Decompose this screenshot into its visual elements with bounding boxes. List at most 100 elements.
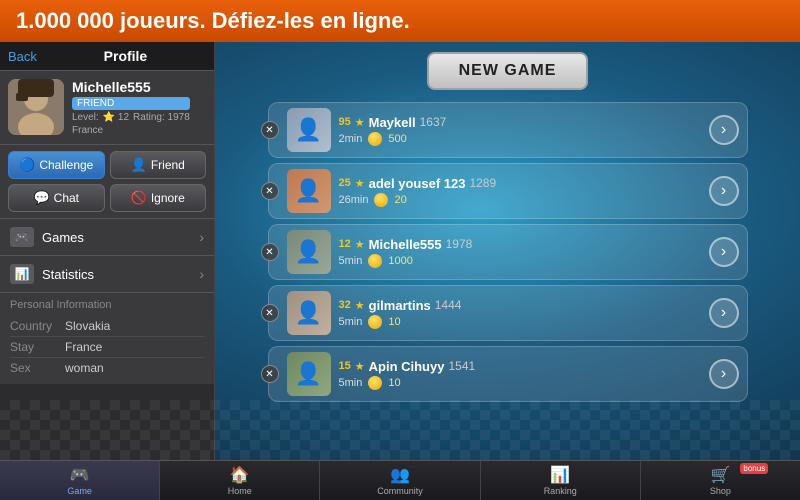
friend-badge: FRIEND bbox=[72, 97, 190, 110]
profile-country: France bbox=[72, 125, 190, 136]
profile-menu: 🎮 Games › 📊 Statistics › bbox=[0, 219, 214, 293]
player-info-3: 32 ★ gilmartins 1444 5min 10 bbox=[339, 298, 701, 329]
player-info-2: 12 ★ Michelle555 1978 5min 1000 bbox=[339, 237, 701, 268]
personal-info-section: Personal Information Country Slovakia St… bbox=[0, 293, 214, 384]
player-avatar-2: 👤 bbox=[287, 230, 331, 274]
new-game-button[interactable]: NEW GAME bbox=[427, 52, 589, 90]
player-rating-3: 1444 bbox=[435, 298, 462, 312]
nav-item-ranking[interactable]: 📊 Ranking bbox=[481, 461, 641, 500]
nav-item-community[interactable]: 👥 Community bbox=[320, 461, 480, 500]
star-icon-2: ★ bbox=[355, 238, 365, 251]
player-time-row-0: 2min 500 bbox=[339, 132, 701, 146]
ignore-button[interactable]: 🚫 Ignore bbox=[110, 184, 207, 212]
shop-nav-label: Shop bbox=[710, 486, 731, 496]
profile-info: Michelle555 FRIEND Level: ⭐ 12 Rating: 1… bbox=[72, 79, 190, 136]
go-btn-2[interactable]: › bbox=[709, 237, 739, 267]
friend-icon: 👤 bbox=[131, 157, 147, 173]
go-btn-3[interactable]: › bbox=[709, 298, 739, 328]
player-name-row-1: 25 ★ adel yousef 123 1289 bbox=[339, 176, 701, 191]
statistics-chevron: › bbox=[199, 266, 204, 282]
player-name-2: Michelle555 bbox=[369, 237, 442, 252]
player-time-row-1: 26min 20 bbox=[339, 193, 701, 207]
menu-item-statistics[interactable]: 📊 Statistics › bbox=[0, 256, 214, 292]
player-list: ✕ 👤 95 ★ Maykell 1637 2min 500 › bbox=[268, 102, 748, 402]
challenge-button[interactable]: 🔵 Challenge bbox=[8, 151, 105, 179]
player-coins-2: 1000 bbox=[388, 255, 412, 267]
info-row-country: Country Slovakia bbox=[10, 316, 204, 337]
level-label: Level: bbox=[72, 112, 99, 123]
dismiss-btn-3[interactable]: ✕ bbox=[261, 304, 279, 322]
player-name-1: adel yousef 123 bbox=[369, 176, 466, 191]
go-btn-0[interactable]: › bbox=[709, 115, 739, 145]
profile-username: Michelle555 bbox=[72, 79, 190, 95]
bottom-nav: 🎮 Game 🏠 Home 👥 Community 📊 Ranking bonu… bbox=[0, 460, 800, 500]
player-coins-1: 20 bbox=[394, 194, 406, 206]
player-rating-1: 1289 bbox=[469, 176, 496, 190]
friend-button[interactable]: 👤 Friend bbox=[110, 151, 207, 179]
nav-item-game[interactable]: 🎮 Game bbox=[0, 461, 160, 500]
player-name-4: Apin Cihuyy bbox=[369, 359, 445, 374]
chat-button[interactable]: 💬 Chat bbox=[8, 184, 105, 212]
dismiss-btn-1[interactable]: ✕ bbox=[261, 182, 279, 200]
community-nav-icon: 👥 bbox=[390, 465, 410, 485]
menu-item-games[interactable]: 🎮 Games › bbox=[0, 219, 214, 256]
player-name-row-2: 12 ★ Michelle555 1978 bbox=[339, 237, 701, 252]
country-label: Country bbox=[10, 319, 65, 333]
player-row: ✕ 👤 95 ★ Maykell 1637 2min 500 › bbox=[268, 102, 748, 158]
sex-label: Sex bbox=[10, 361, 65, 375]
dismiss-btn-2[interactable]: ✕ bbox=[261, 243, 279, 261]
games-label: Games bbox=[42, 230, 84, 245]
coin-icon-4 bbox=[368, 376, 382, 390]
country-value: Slovakia bbox=[65, 319, 110, 333]
main-area: Back Profile Michelle555 FRIEND Level: bbox=[0, 42, 800, 460]
player-coins-3: 10 bbox=[388, 316, 400, 328]
ranking-nav-label: Ranking bbox=[544, 486, 577, 496]
player-coins-0: 500 bbox=[388, 133, 406, 145]
player-info-1: 25 ★ adel yousef 123 1289 26min 20 bbox=[339, 176, 701, 207]
info-row-stay: Stay France bbox=[10, 337, 204, 358]
star-icon-3: ★ bbox=[355, 299, 365, 312]
star-icon-1: ★ bbox=[355, 177, 365, 190]
panel-title: Profile bbox=[45, 48, 206, 64]
player-time-3: 5min bbox=[339, 316, 363, 328]
statistics-icon: 📊 bbox=[10, 264, 34, 284]
player-time-row-4: 5min 10 bbox=[339, 376, 701, 390]
dismiss-btn-4[interactable]: ✕ bbox=[261, 365, 279, 383]
player-coins-4: 10 bbox=[388, 377, 400, 389]
info-row-sex: Sex woman bbox=[10, 358, 204, 378]
game-area: NEW GAME ✕ 👤 95 ★ Maykell 1637 2min bbox=[215, 42, 800, 460]
profile-actions: 🔵 Challenge 👤 Friend 💬 Chat 🚫 Ignore bbox=[0, 145, 214, 219]
player-stars-2: 12 bbox=[339, 238, 351, 250]
coin-icon-0 bbox=[368, 132, 382, 146]
sex-value: woman bbox=[65, 361, 104, 375]
banner-text: 1.000 000 joueurs. Défiez-les en ligne. bbox=[16, 8, 410, 34]
statistics-label: Statistics bbox=[42, 267, 94, 282]
player-row: ✕ 👤 12 ★ Michelle555 1978 5min 1000 bbox=[268, 224, 748, 280]
player-name-0: Maykell bbox=[369, 115, 416, 130]
go-btn-1[interactable]: › bbox=[709, 176, 739, 206]
player-stars-1: 25 bbox=[339, 177, 351, 189]
left-panel: Back Profile Michelle555 FRIEND Level: bbox=[0, 42, 215, 460]
games-icon: 🎮 bbox=[10, 227, 34, 247]
coin-icon-2 bbox=[368, 254, 382, 268]
player-avatar-4: 👤 bbox=[287, 352, 331, 396]
nav-item-home[interactable]: 🏠 Home bbox=[160, 461, 320, 500]
player-avatar-3: 👤 bbox=[287, 291, 331, 335]
player-time-0: 2min bbox=[339, 133, 363, 145]
go-btn-4[interactable]: › bbox=[709, 359, 739, 389]
coin-icon-1 bbox=[374, 193, 388, 207]
ignore-icon: 🚫 bbox=[131, 190, 147, 206]
player-time-1: 26min bbox=[339, 194, 369, 206]
back-button[interactable]: Back bbox=[8, 49, 37, 64]
community-nav-label: Community bbox=[377, 486, 423, 496]
player-rating-0: 1637 bbox=[420, 115, 447, 129]
player-time-2: 5min bbox=[339, 255, 363, 267]
player-stars-4: 15 bbox=[339, 360, 351, 372]
nav-item-shop[interactable]: bonus 🛒 Shop bbox=[641, 461, 800, 500]
profile-avatar bbox=[8, 79, 64, 135]
dismiss-btn-0[interactable]: ✕ bbox=[261, 121, 279, 139]
star-icon-0: ★ bbox=[355, 116, 365, 129]
player-info-4: 15 ★ Apin Cihuyy 1541 5min 10 bbox=[339, 359, 701, 390]
player-time-4: 5min bbox=[339, 377, 363, 389]
games-chevron: › bbox=[199, 229, 204, 245]
